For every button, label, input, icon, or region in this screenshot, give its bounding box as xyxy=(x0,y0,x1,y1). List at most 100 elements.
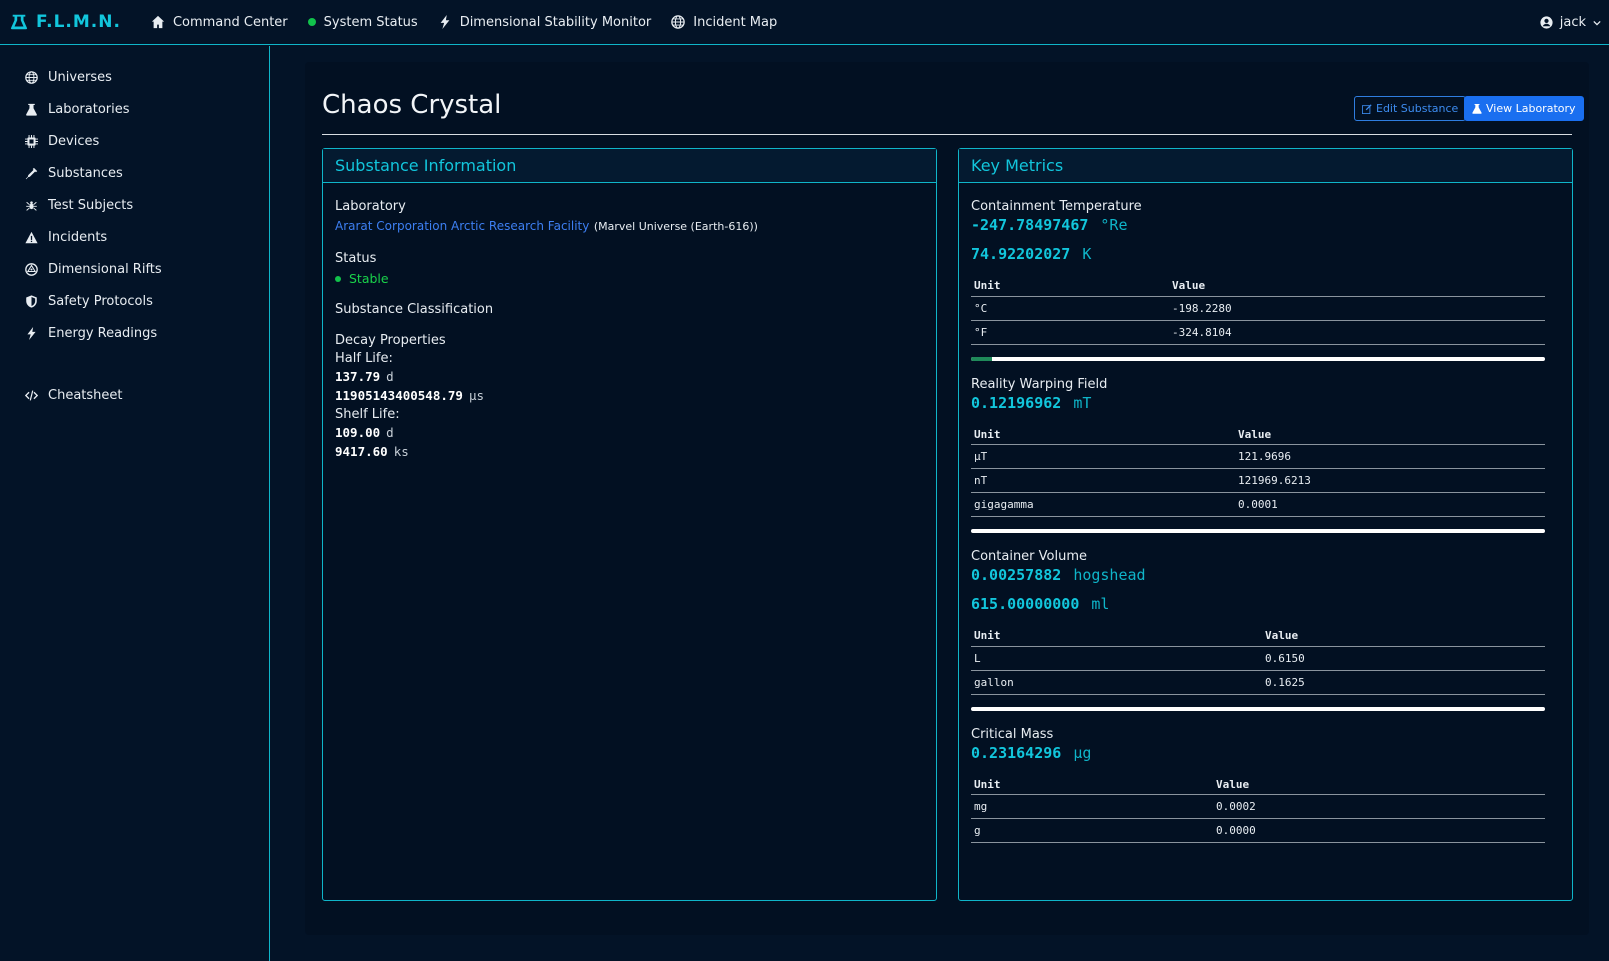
metric-unit: °Re xyxy=(1100,216,1128,234)
sidebar-item-label: Devices xyxy=(48,133,100,149)
metric-value: -247.78497467 xyxy=(971,216,1089,234)
code-icon xyxy=(25,389,38,401)
sidebar-item-label: Laboratories xyxy=(48,101,130,117)
unit-cell: °F xyxy=(971,320,1169,345)
column-header: Value xyxy=(1262,626,1545,647)
metric-unit: K xyxy=(1082,245,1092,263)
value-cell: 0.0001 xyxy=(1235,492,1545,517)
metric-unit: mT xyxy=(1073,393,1092,412)
sidebar-item-substances[interactable]: Substances xyxy=(0,157,269,189)
metric-primary: -247.78497467 °Re xyxy=(971,216,1560,234)
main-panel: Chaos Crystal Edit Substance View Labora… xyxy=(305,62,1589,935)
value: 9417.60 xyxy=(335,444,388,459)
value-cell: 0.1625 xyxy=(1262,670,1545,695)
metric-unit: hogshead xyxy=(1073,566,1146,584)
edit-icon xyxy=(1362,103,1372,114)
sidebar-item-label: Dimensional Rifts xyxy=(48,261,162,277)
column-header: Value xyxy=(1169,276,1545,297)
metric-name: Critical Mass xyxy=(971,726,1054,742)
metric-value: 74.92202027 xyxy=(971,245,1071,263)
value-cell: -324.8104 xyxy=(1169,320,1545,345)
half-life-label: Half Life: xyxy=(335,351,393,366)
sidebar-item-cheatsheet[interactable]: Cheatsheet xyxy=(0,379,269,411)
table-row: g 0.0000 xyxy=(971,818,1545,843)
column-header: Unit xyxy=(971,626,1262,647)
sidebar-item-energy-readings[interactable]: Energy Readings xyxy=(0,317,269,349)
nav-label: System Status xyxy=(323,14,418,30)
sidebar-item-label: Safety Protocols xyxy=(48,293,153,309)
table-row: mg 0.0002 xyxy=(971,794,1545,819)
card-heading: Key Metrics xyxy=(959,149,1572,183)
value-cell: 0.6150 xyxy=(1262,646,1545,671)
metric-unit: μg xyxy=(1073,743,1092,762)
status-badge: Stable xyxy=(335,271,924,286)
column-header: Unit xyxy=(971,276,1169,297)
metric-name: Reality Warping Field xyxy=(971,376,1108,392)
atom-icon xyxy=(25,262,38,276)
home-icon xyxy=(151,15,165,29)
sidebar-item-safety-protocols[interactable]: Safety Protocols xyxy=(0,285,269,317)
nav-system-status[interactable]: System Status xyxy=(300,15,426,30)
table-row: L 0.6150 xyxy=(971,646,1545,671)
sidebar-item-label: Substances xyxy=(48,165,123,181)
table-row: gigagamma 0.0001 xyxy=(971,492,1545,517)
column-header: Unit xyxy=(971,774,1213,795)
value: 11905143400548.79 xyxy=(335,388,463,403)
status-label: Status xyxy=(335,251,377,266)
bolt-icon xyxy=(27,326,36,340)
nav-incident-map[interactable]: Incident Map xyxy=(663,15,785,30)
unit: ks xyxy=(393,444,409,459)
sidebar-item-dimensional-rifts[interactable]: Dimensional Rifts xyxy=(0,253,269,285)
globe-icon xyxy=(25,70,38,84)
unit-cell: g xyxy=(971,818,1213,843)
column-header: Value xyxy=(1235,424,1545,445)
shelf-life-value: 9417.60 ks xyxy=(335,444,924,460)
value-cell: 121.9696 xyxy=(1235,444,1545,469)
brand-link[interactable]: F.L.M.N. xyxy=(10,12,121,32)
laboratory-universe: (Marvel Universe (Earth-616)) xyxy=(593,220,758,233)
user-menu[interactable]: jack xyxy=(1540,0,1601,45)
edit-substance-button[interactable]: Edit Substance xyxy=(1354,96,1467,121)
value-cell: 121969.6213 xyxy=(1235,468,1545,493)
nav-label: Dimensional Stability Monitor xyxy=(459,14,652,30)
column-header: Unit xyxy=(971,424,1235,445)
sidebar-item-test-subjects[interactable]: Test Subjects xyxy=(0,189,269,221)
nav-label: Command Center xyxy=(172,14,288,30)
user-name: jack xyxy=(1559,15,1586,30)
nav-label: Incident Map xyxy=(693,14,778,30)
shelf-life-value: 109.00 d xyxy=(335,425,924,441)
sidebar-item-label: Universes xyxy=(48,69,112,85)
metric-progress-bar xyxy=(971,356,1545,361)
table-row: gallon 0.1625 xyxy=(971,670,1545,695)
half-life-value: 11905143400548.79 μs xyxy=(335,388,924,404)
sidebar-item-devices[interactable]: Devices xyxy=(0,125,269,157)
nav-dimensional-stability-monitor[interactable]: Dimensional Stability Monitor xyxy=(430,15,660,30)
metric-secondary: 615.00000000 ml xyxy=(971,595,1560,613)
spider-icon xyxy=(26,200,37,211)
laboratory-link[interactable]: Ararat Corporation Arctic Research Facil… xyxy=(335,219,589,233)
unit-cell: mg xyxy=(971,794,1213,819)
unit: d xyxy=(386,369,394,384)
decay-label: Decay Properties xyxy=(335,333,446,348)
unit-cell: gallon xyxy=(971,670,1262,695)
shelf-life-label: Shelf Life: xyxy=(335,407,400,422)
metric-unit: ml xyxy=(1091,595,1110,613)
value: 109.00 xyxy=(335,425,381,440)
shield-icon xyxy=(26,294,37,308)
metric-name: Container Volume xyxy=(971,549,1088,564)
value-cell: 0.0000 xyxy=(1213,818,1545,843)
unit-cell: °C xyxy=(971,296,1169,321)
unit-cell: μT xyxy=(971,444,1235,469)
sidebar-item-universes[interactable]: Universes xyxy=(0,61,269,93)
view-laboratory-button[interactable]: View Laboratory xyxy=(1464,96,1584,121)
nav-command-center[interactable]: Command Center xyxy=(143,15,296,30)
sidebar-item-laboratories[interactable]: Laboratories xyxy=(0,93,269,125)
key-metrics-card: Key Metrics Containment Temperature -247… xyxy=(958,148,1573,901)
title-divider xyxy=(322,134,1572,135)
conversion-table: Unit Value L 0.6150 gallon 0.1625 xyxy=(971,626,1545,695)
flask-icon xyxy=(1472,103,1482,114)
metric-primary: 0.00257882 hogshead xyxy=(971,566,1560,584)
metric-progress-bar xyxy=(971,529,1545,533)
conversion-table: Unit Value mg 0.0002 g 0.0000 xyxy=(971,774,1545,843)
sidebar-item-incidents[interactable]: Incidents xyxy=(0,221,269,253)
